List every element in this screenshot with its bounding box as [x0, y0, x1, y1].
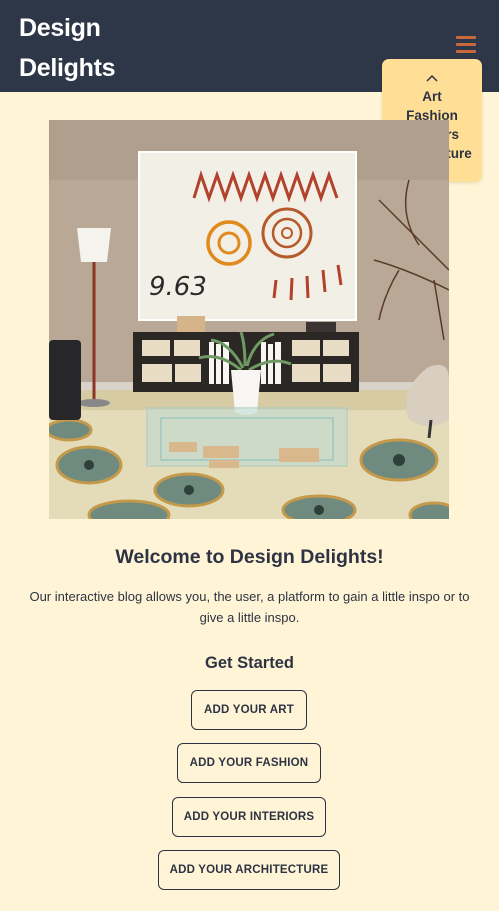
brand-line-1: Design [19, 14, 101, 42]
brand-line-2: Delights [19, 54, 116, 82]
add-architecture-button[interactable]: ADD YOUR ARCHITECTURE [158, 850, 340, 890]
add-art-button[interactable]: ADD YOUR ART [191, 690, 307, 730]
hero-image: 9.63 [49, 120, 449, 519]
hamburger-icon[interactable] [456, 36, 476, 54]
chevron-up-icon[interactable] [425, 73, 439, 83]
intro-text: Our interactive blog allows you, the use… [29, 589, 470, 625]
menu-item-art[interactable]: Art [382, 87, 482, 106]
add-interiors-button[interactable]: ADD YOUR INTERIORS [172, 797, 326, 837]
brand-title[interactable]: Design Delights [19, 8, 179, 88]
welcome-title: Welcome to Design Delights! [115, 546, 384, 568]
add-fashion-button[interactable]: ADD YOUR FASHION [177, 743, 321, 783]
get-started-heading: Get Started [205, 654, 294, 672]
artwork-text: 9.63 [149, 272, 207, 302]
